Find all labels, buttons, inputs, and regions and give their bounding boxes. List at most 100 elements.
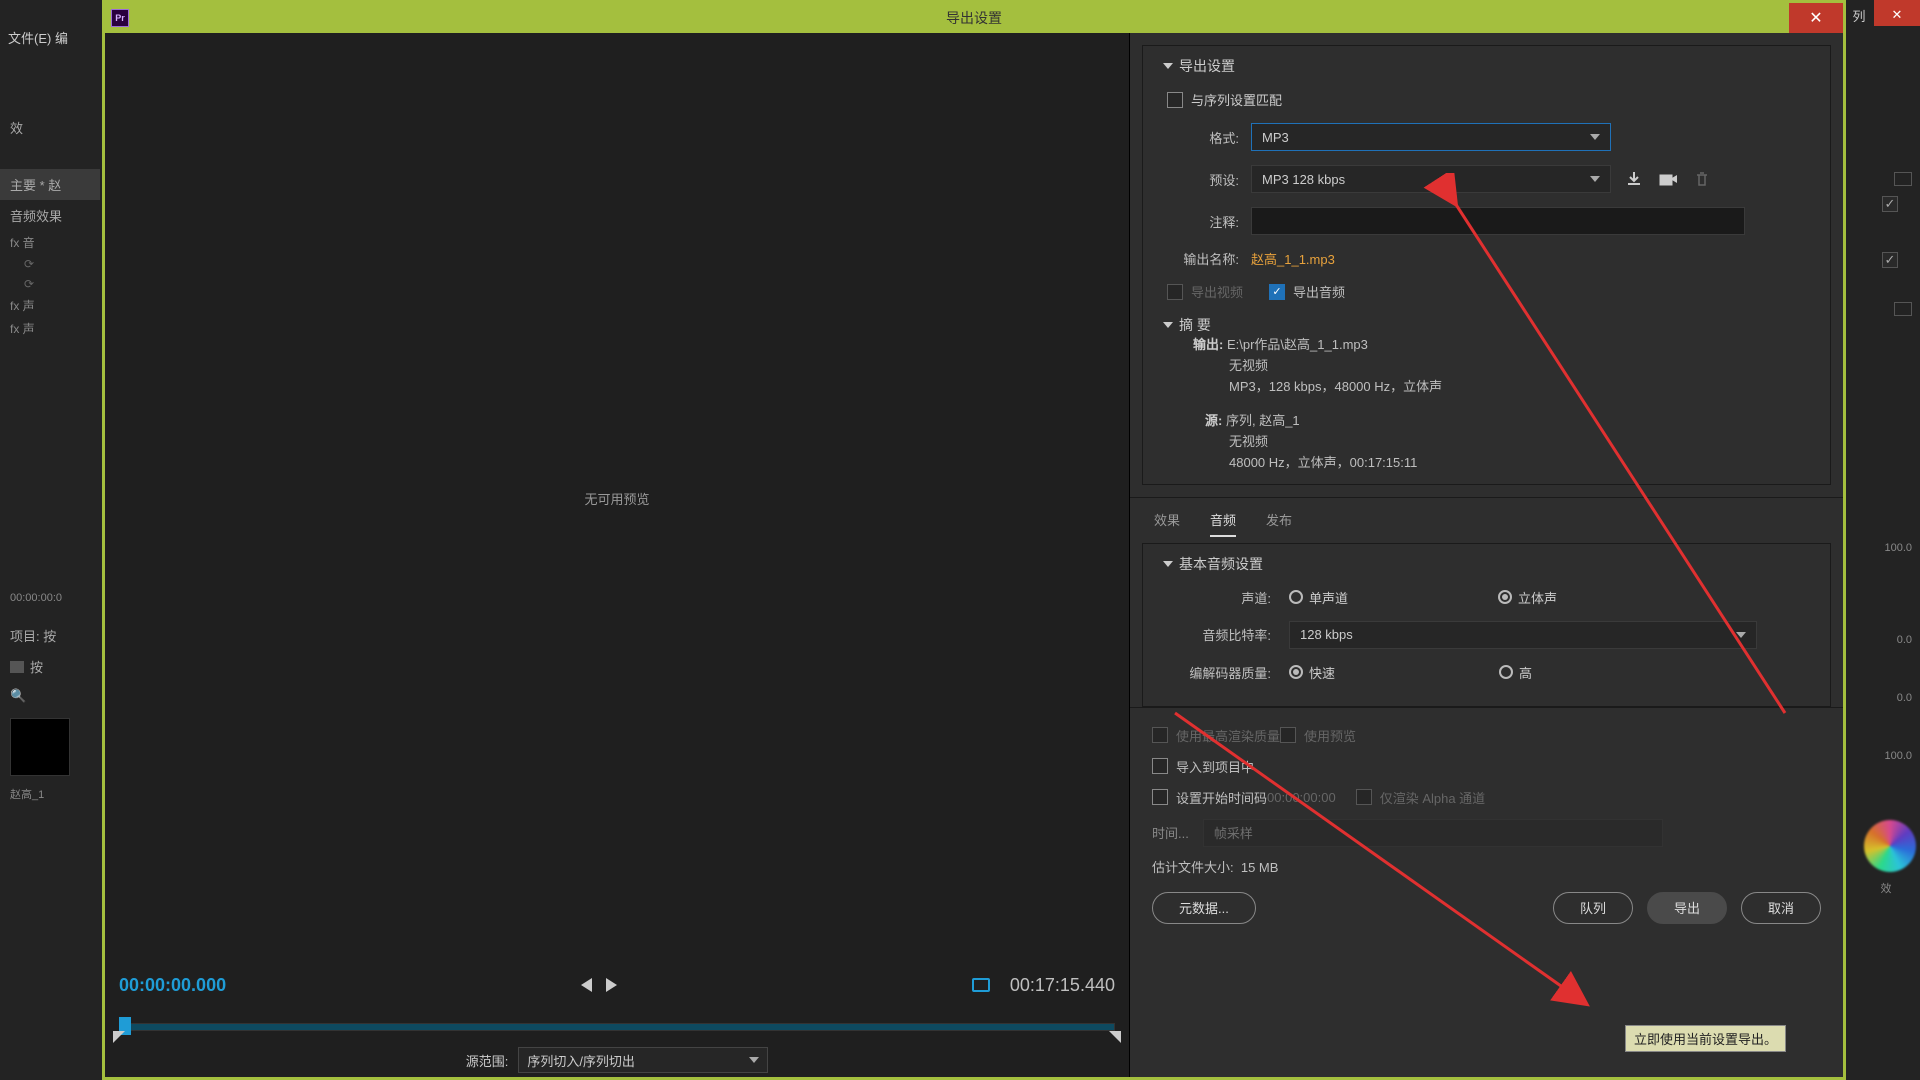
format-value: MP3	[1262, 130, 1289, 145]
dialog-title: 导出设置	[946, 8, 1002, 28]
bg-check2	[1882, 252, 1898, 268]
source-range-label: 源范围:	[466, 1051, 509, 1070]
preset-select[interactable]: MP3 128 kbps	[1251, 165, 1611, 193]
step-controls	[581, 978, 617, 992]
color-wheel	[1864, 820, 1916, 872]
output-name-label: 输出名称:	[1163, 249, 1239, 268]
export-settings-dialog: Pr 导出设置 ✕ 无可用预览 00:00:00.000 00:17:15.44…	[102, 0, 1846, 1080]
output-name-link[interactable]: 赵高_1_1.mp3	[1251, 249, 1335, 268]
bg-num3: 0.0	[1860, 692, 1920, 704]
summary-output: 输出: E:\pr作品\赵高_1_1.mp3 无视频 MP3，128 kbps，…	[1163, 335, 1810, 397]
cancel-button[interactable]: 取消	[1741, 892, 1821, 924]
aspect-ratio-icon[interactable]	[972, 978, 990, 992]
import-project-label: 导入到项目中	[1176, 757, 1254, 776]
chevron-down-icon	[749, 1057, 759, 1063]
import-preset-icon[interactable]	[1657, 168, 1679, 190]
timecode-start[interactable]: 00:00:00.000	[119, 975, 226, 996]
bg-primary-label: 主要 * 赵	[0, 169, 100, 200]
set-start-tc-checkbox[interactable]	[1152, 789, 1168, 805]
export-button[interactable]: 导出	[1647, 892, 1727, 924]
bg-thumbnail	[10, 718, 70, 776]
twisty-icon	[1163, 63, 1173, 69]
export-video-label: 导出视频	[1191, 282, 1243, 301]
range-slider[interactable]	[119, 1013, 1115, 1043]
bitrate-select[interactable]: 128 kbps	[1289, 621, 1757, 649]
in-point-handle[interactable]	[113, 1031, 125, 1043]
summary-header[interactable]: 摘 要	[1163, 315, 1810, 335]
tab-effects[interactable]: 效果	[1154, 510, 1180, 537]
bitrate-value: 128 kbps	[1300, 627, 1353, 642]
bg-project: 项目: 按	[0, 620, 100, 651]
estimated-size: 估计文件大小: 15 MB	[1152, 857, 1821, 876]
bg-audio-fx: 音频效果	[0, 200, 100, 231]
titlebar: Pr 导出设置 ✕	[105, 3, 1843, 33]
tab-publish[interactable]: 发布	[1266, 510, 1292, 537]
export-audio-checkbox[interactable]	[1269, 284, 1285, 300]
close-button[interactable]: ✕	[1789, 3, 1843, 33]
stereo-radio[interactable]: 立体声	[1498, 588, 1557, 607]
channel-label: 声道:	[1163, 588, 1271, 607]
menu-file[interactable]: 文件(E) 编	[8, 31, 68, 46]
comment-input[interactable]	[1251, 207, 1745, 235]
bottom-options: 使用最高渲染质量 使用预览 导入到项目中 设置开始时间码 00:00:00:00…	[1130, 707, 1843, 936]
left-background-panel: 效 主要 * 赵 音频效果 fx 音 ⟳ ⟳ fx 声 fx 声 00:00:0…	[0, 56, 100, 1080]
timecode-end: 00:17:15.440	[1010, 975, 1115, 996]
delete-preset-icon	[1691, 168, 1713, 190]
bg-tab-effects: 效	[0, 112, 100, 143]
comment-label: 注释:	[1163, 212, 1239, 231]
export-settings-header[interactable]: 导出设置	[1163, 56, 1810, 76]
source-range-value: 序列切入/序列切出	[527, 1051, 635, 1070]
export-audio-label: 导出音频	[1293, 282, 1345, 301]
bg-num5: 效	[1860, 880, 1920, 896]
bg-fx1: fx 音	[0, 231, 100, 254]
quality-label: 编解码器质量:	[1163, 663, 1271, 682]
fast-radio[interactable]: 快速	[1289, 663, 1335, 682]
transport-bar: 00:00:00.000 00:17:15.440	[105, 963, 1129, 1077]
start-tc-value: 00:00:00:00	[1267, 790, 1336, 805]
mono-radio[interactable]: 单声道	[1289, 588, 1348, 607]
bg-fx3: fx 声	[0, 317, 100, 340]
bg-folder: 按	[0, 651, 100, 682]
basic-audio-header[interactable]: 基本音频设置	[1163, 554, 1810, 574]
preview-panel: 无可用预览 00:00:00.000 00:17:15.440	[105, 33, 1130, 1077]
save-preset-icon[interactable]	[1623, 168, 1645, 190]
export-video-checkbox	[1167, 284, 1183, 300]
alpha-only-checkbox	[1356, 789, 1372, 805]
import-project-checkbox[interactable]	[1152, 758, 1168, 774]
settings-tabs: 效果 音频 发布	[1130, 497, 1843, 537]
time-interpolation-select: 帧采样	[1203, 819, 1663, 847]
export-tooltip: 立即使用当前设置导出。	[1625, 1025, 1786, 1052]
tab-audio[interactable]: 音频	[1210, 510, 1236, 537]
set-start-tc-label: 设置开始时间码	[1176, 788, 1267, 807]
right-background-panel: 100.0 0.0 0.0 100.0 效	[1860, 56, 1920, 1080]
format-label: 格式:	[1163, 128, 1239, 147]
preview-canvas: 无可用预览	[105, 33, 1129, 963]
max-render-checkbox	[1152, 727, 1168, 743]
bg-check1	[1882, 196, 1898, 212]
time-interpolation-label: 时间...	[1152, 823, 1189, 842]
bg-num2: 0.0	[1860, 634, 1920, 646]
step-back-icon[interactable]	[581, 978, 592, 992]
metadata-button[interactable]: 元数据...	[1152, 892, 1256, 924]
source-range-select[interactable]: 序列切入/序列切出	[518, 1047, 768, 1073]
twisty-icon	[1163, 561, 1173, 567]
preset-label: 预设:	[1163, 170, 1239, 189]
settings-panel: 导出设置 与序列设置匹配 格式: MP3 预设: MP3 128 kb	[1130, 33, 1843, 1077]
twisty-icon	[1163, 322, 1173, 328]
queue-button[interactable]: 队列	[1553, 892, 1633, 924]
match-sequence-checkbox[interactable]	[1167, 92, 1183, 108]
chevron-down-icon	[1590, 176, 1600, 182]
bg-thumb-label: 赵高_1	[0, 784, 100, 804]
format-select[interactable]: MP3	[1251, 123, 1611, 151]
high-radio[interactable]: 高	[1499, 663, 1532, 682]
bg-num4: 100.0	[1860, 750, 1920, 762]
use-preview-checkbox	[1280, 727, 1296, 743]
out-point-handle[interactable]	[1109, 1031, 1121, 1043]
step-forward-icon[interactable]	[606, 978, 617, 992]
summary-source: 源: 序列, 赵高_1 无视频 48000 Hz，立体声，00:17:15:11	[1163, 411, 1810, 473]
premiere-icon: Pr	[111, 9, 129, 27]
match-sequence-label: 与序列设置匹配	[1191, 90, 1282, 109]
no-preview-label: 无可用预览	[584, 489, 649, 508]
bg-timecode: 00:00:00:0	[0, 590, 100, 606]
chevron-down-icon	[1590, 134, 1600, 140]
